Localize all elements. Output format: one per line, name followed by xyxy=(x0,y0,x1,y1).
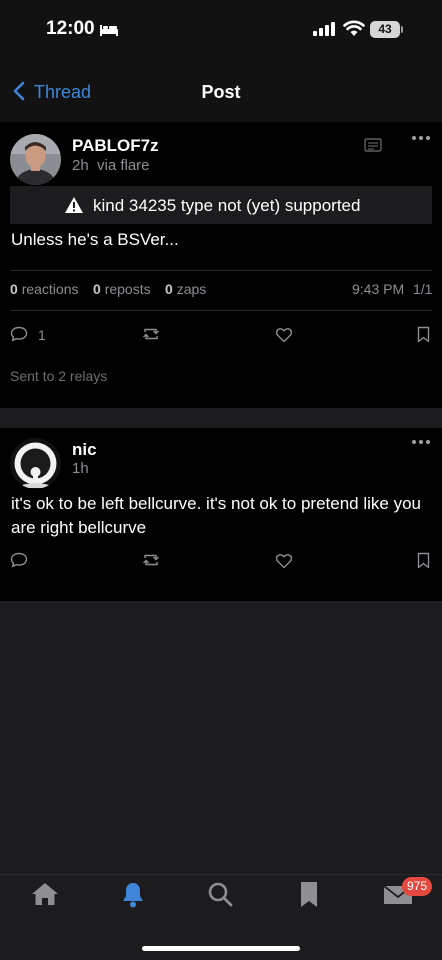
note-details-icon[interactable] xyxy=(364,138,382,152)
reactions-count: 0 xyxy=(10,281,18,297)
repost-icon[interactable] xyxy=(141,326,161,342)
reposts-stat[interactable]: 0 reposts xyxy=(93,281,151,297)
post-card-reply[interactable]: nic 1h it's ok to be left bellcurve. it'… xyxy=(0,428,442,601)
bed-icon xyxy=(100,25,118,36)
home-icon[interactable] xyxy=(31,881,59,907)
avatar-photo-icon xyxy=(10,134,61,185)
notifications-bell-icon[interactable] xyxy=(120,881,146,909)
messages-badge: 975 xyxy=(402,877,433,896)
reposts-label: reposts xyxy=(104,281,151,297)
zaps-count: 0 xyxy=(165,281,173,297)
battery-icon: 43 xyxy=(370,21,400,38)
wifi-icon xyxy=(343,20,365,36)
unsupported-kind-notice: kind 34235 type not (yet) supported xyxy=(10,186,432,224)
zaps-stat[interactable]: 0 zaps xyxy=(165,281,206,297)
bookmark-icon[interactable] xyxy=(417,552,430,569)
status-time: 12:00 xyxy=(46,18,95,39)
battery-nub xyxy=(401,26,403,33)
search-icon[interactable] xyxy=(207,881,233,908)
warning-text: kind 34235 type not (yet) supported xyxy=(93,196,361,215)
post-age: 1h xyxy=(72,460,89,477)
post-content: it's ok to be left bellcurve. it's not o… xyxy=(11,494,421,537)
divider xyxy=(10,270,432,271)
bookmarks-icon[interactable] xyxy=(300,881,318,908)
cellular-signal-icon xyxy=(313,22,335,36)
post-age: 2h xyxy=(72,157,89,174)
page-title: Post xyxy=(201,82,241,102)
avatar[interactable] xyxy=(10,438,61,489)
zaps-label: zaps xyxy=(176,281,207,297)
avatar[interactable] xyxy=(10,134,61,185)
bookmark-icon[interactable] xyxy=(417,326,430,343)
post-timestamp: 9:43 PM xyxy=(352,281,405,297)
reply-icon[interactable] xyxy=(10,326,28,342)
more-options-icon[interactable] xyxy=(412,136,432,142)
like-heart-icon[interactable] xyxy=(275,553,293,569)
reply-icon[interactable] xyxy=(10,552,28,568)
post-card-main[interactable]: PABLOF7z 2h via flare kind 34235 type no… xyxy=(0,122,442,408)
like-heart-icon[interactable] xyxy=(275,327,293,343)
more-options-icon[interactable] xyxy=(412,440,432,446)
post-client: via flare xyxy=(97,157,150,174)
home-indicator xyxy=(142,946,300,951)
post-username[interactable]: nic xyxy=(72,440,97,460)
reply-count: 1 xyxy=(38,327,46,343)
page-indicator: 1/1 xyxy=(413,281,433,297)
reactions-label: reactions xyxy=(21,281,79,297)
repost-icon[interactable] xyxy=(141,552,161,568)
post-username[interactable]: PABLOF7z xyxy=(72,136,159,156)
reactions-stat[interactable]: 0 reactions xyxy=(10,281,79,297)
warning-icon xyxy=(65,197,83,213)
divider xyxy=(10,310,432,311)
post-content: Unless he's a BSVer... xyxy=(11,230,179,249)
relays-status[interactable]: Sent to 2 relays xyxy=(10,368,107,384)
avatar-image-icon xyxy=(10,438,61,489)
reposts-count: 0 xyxy=(93,281,101,297)
